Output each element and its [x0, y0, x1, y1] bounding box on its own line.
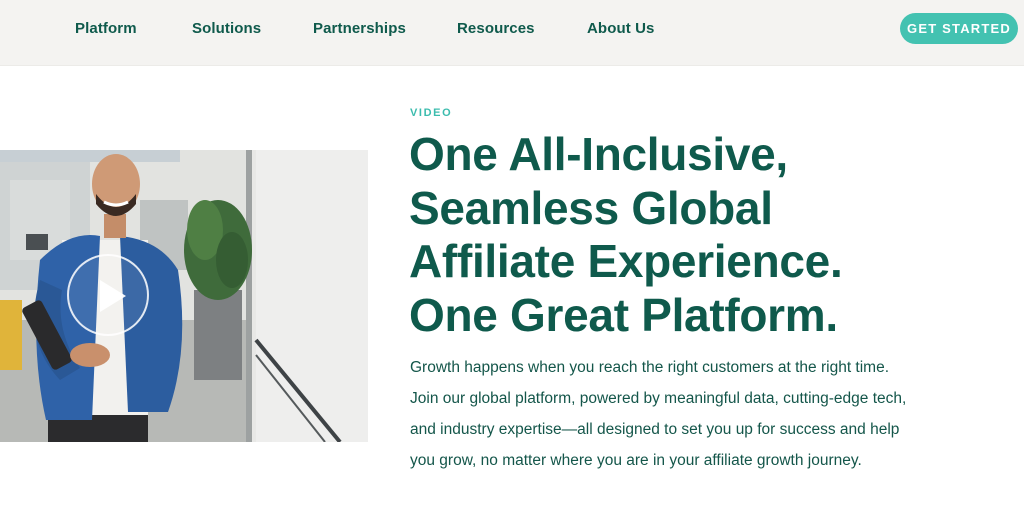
headline-line: One All-Inclusive, [409, 128, 788, 180]
play-button[interactable] [67, 254, 149, 336]
hero-description: Growth happens when you reach the right … [410, 352, 1010, 476]
nav-item-about-us[interactable]: About Us [587, 20, 654, 37]
play-icon [100, 280, 126, 312]
top-navigation: Platform Solutions Partnerships Resource… [0, 0, 1024, 66]
video-player[interactable] [0, 150, 368, 442]
nav-item-solutions[interactable]: Solutions [192, 20, 261, 37]
description-line: Growth happens when you reach the right … [410, 359, 890, 376]
headline-line: Affiliate Experience. [409, 235, 843, 287]
get-started-button[interactable]: GET STARTED [900, 13, 1018, 44]
section-eyebrow: VIDEO [410, 107, 453, 119]
video-thumbnail [0, 150, 368, 442]
nav-item-resources[interactable]: Resources [457, 20, 535, 37]
description-line: and industry expertise—all designed to s… [410, 421, 900, 438]
description-line: you grow, no matter where you are in you… [410, 452, 862, 469]
description-line: Join our global platform, powered by mea… [410, 390, 907, 407]
headline-line: One Great Platform. [409, 288, 838, 341]
hero-headline: One All-Inclusive, Seamless Global Affil… [409, 128, 1009, 342]
headline-line: Seamless Global [409, 181, 773, 234]
nav-item-partnerships[interactable]: Partnerships [313, 20, 406, 37]
nav-item-platform[interactable]: Platform [75, 20, 137, 37]
